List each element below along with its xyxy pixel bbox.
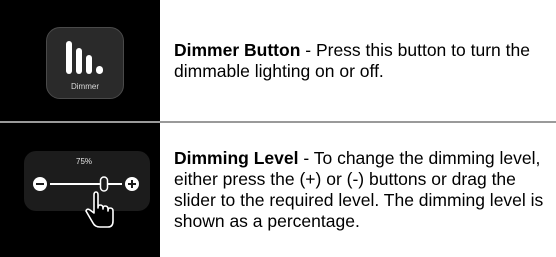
dimming-level-title: Dimming Level — [174, 148, 299, 168]
dimmer-button-description: Dimmer Button - Press this button to tur… — [174, 40, 550, 82]
dimmer-button-row: Dimmer Dimmer Button - Press this button… — [0, 0, 556, 123]
hand-pointer-icon — [85, 191, 114, 228]
minus-icon[interactable] — [33, 177, 47, 191]
slider-knob[interactable] — [99, 176, 109, 192]
dimmer-button-thumbnail: Dimmer — [0, 0, 160, 121]
dimmer-button-label: Dimmer — [71, 82, 99, 91]
dimming-slider[interactable] — [24, 151, 150, 231]
dimming-level-row: 75% Dimming Level - To change the dimmin… — [0, 123, 556, 257]
dimmer-button[interactable]: Dimmer — [46, 27, 124, 99]
dimming-level-thumbnail: 75% — [0, 123, 160, 257]
plus-icon[interactable] — [125, 177, 139, 191]
dimming-level-description: Dimming Level - To change the dimming le… — [174, 148, 550, 232]
dimmer-button-title: Dimmer Button — [174, 40, 301, 60]
